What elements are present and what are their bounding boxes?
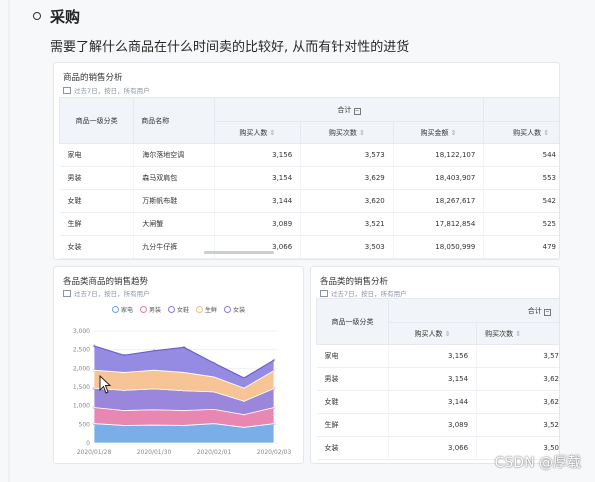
table-row: 女装 九分牛仔裤 3,066 3,503 18,050,999 479 (59, 235, 559, 259)
header-category: 商品一级分类 (315, 298, 390, 345)
header-total-group[interactable]: 合计 − (213, 97, 485, 122)
category-sales-card: 各品类的销售分析 过去7日，按日，所有用户 商品一级分类 合计 − 购买人数 ⇕… (310, 266, 560, 464)
header-col-1[interactable]: 购买人数 ⇕ (388, 322, 478, 345)
header-col-2[interactable]: 购买次数 ⇕ (300, 121, 394, 144)
sales-trend-card: 各品类商品的销售趋势 过去7日，按日，所有用户 家电 男装 女鞋 生鲜 女装 0 500 1… (53, 266, 304, 464)
header-col-4[interactable]: 购买人数 ⇕ (483, 121, 559, 144)
calendar-icon (63, 87, 71, 94)
table-row: 男装 3,154 3,62 (316, 367, 559, 391)
card-title: 各品类商品的销售趋势 (63, 277, 149, 287)
table-row: 女鞋 3,144 3,62 (316, 390, 559, 414)
category-sales-table: 商品一级分类 合计 − 购买人数 ⇕ 购买次数 ⇕ 家电 3,156 3,57 男装… (315, 298, 559, 460)
calendar-icon (320, 290, 328, 297)
header-category: 商品一级分类 (58, 97, 135, 144)
card-subtitle: 过去7日，按日，所有用户 (63, 288, 150, 298)
card-title: 各品类的销售分析 (320, 277, 389, 287)
mouse-cursor-icon (99, 375, 112, 394)
table-row: 家电 3,156 3,57 (316, 344, 559, 368)
header-col-3[interactable]: 购买金额 ⇕ (392, 121, 485, 144)
header-col-1[interactable]: 购买人数 ⇕ (213, 121, 302, 144)
section-heading: 采购 (50, 8, 81, 26)
header-total-group[interactable]: 合计 − (388, 298, 559, 323)
product-sales-card: 商品的销售分析 过去7日，按日，所有用户 商品一级分类 商品名称 合计 − 购买… (53, 62, 560, 260)
table-row: 生鲜 大闸蟹 3,089 3,521 17,812,854 525 (59, 212, 559, 236)
table-row: 女鞋 万斯帆布鞋 3,144 3,620 18,267,617 542 (59, 189, 559, 213)
sort-icon: ⇕ (444, 329, 451, 338)
calendar-icon (63, 290, 71, 297)
table-row: 家电 海尔落地空调 3,156 3,573 18,122,107 544 (59, 143, 559, 167)
sort-icon: ⇕ (543, 128, 550, 137)
y-tick-label: 3,000 (73, 328, 90, 335)
stacked-area-chart: 0 500 1,000 1,500 2,000 2,500 3,000 2020/01/28 2… (73, 328, 292, 456)
y-tick-label: 0 (86, 440, 90, 447)
sort-icon: ⇕ (515, 329, 522, 338)
y-tick-label: 2,500 (73, 347, 90, 354)
header-col-2[interactable]: 购买次数 ⇕ (476, 322, 559, 345)
card-title: 商品的销售分析 (63, 73, 123, 83)
y-tick-label: 1,500 (73, 384, 90, 391)
x-tick-label: 2020/02/03 (257, 449, 292, 456)
x-tick-label: 2020/01/28 (77, 449, 112, 456)
y-tick-label: 1,000 (73, 403, 90, 410)
watermark: CSDN @厚载 (494, 455, 581, 471)
header-total-extra (483, 97, 559, 122)
product-sales-table: 商品一级分类 商品名称 合计 − 购买人数 ⇕ 购买次数 ⇕ 购买金额 ⇕ 购买… (58, 97, 559, 259)
section-paragraph: 需要了解什么商品在什么时间卖的比较好, 从而有针对性的进货 (50, 40, 410, 55)
table-row: 男装 森马双肩包 3,154 3,629 18,403,907 553 (59, 166, 559, 190)
table-row: 生鲜 3,089 3,52 (316, 413, 559, 437)
collapse-icon[interactable]: − (544, 308, 551, 316)
card-subtitle: 过去7日，按日，所有用户 (320, 288, 407, 298)
card-subtitle: 过去7日，按日，所有用户 (63, 85, 150, 95)
y-tick-label: 2,000 (73, 365, 90, 372)
sort-icon: ⇕ (450, 128, 457, 137)
collapse-icon[interactable]: − (353, 107, 361, 115)
header-product-name: 商品名称 (133, 97, 215, 144)
x-tick-label: 2020/01/30 (137, 449, 172, 456)
y-tick-label: 500 (79, 421, 91, 428)
sort-icon: ⇕ (269, 128, 276, 137)
list-bullet-icon (33, 12, 41, 20)
horizontal-scrollbar[interactable] (204, 251, 274, 254)
sort-icon: ⇕ (359, 128, 366, 137)
margin-rule (8, 0, 10, 482)
x-tick-label: 2020/02/01 (197, 449, 232, 456)
